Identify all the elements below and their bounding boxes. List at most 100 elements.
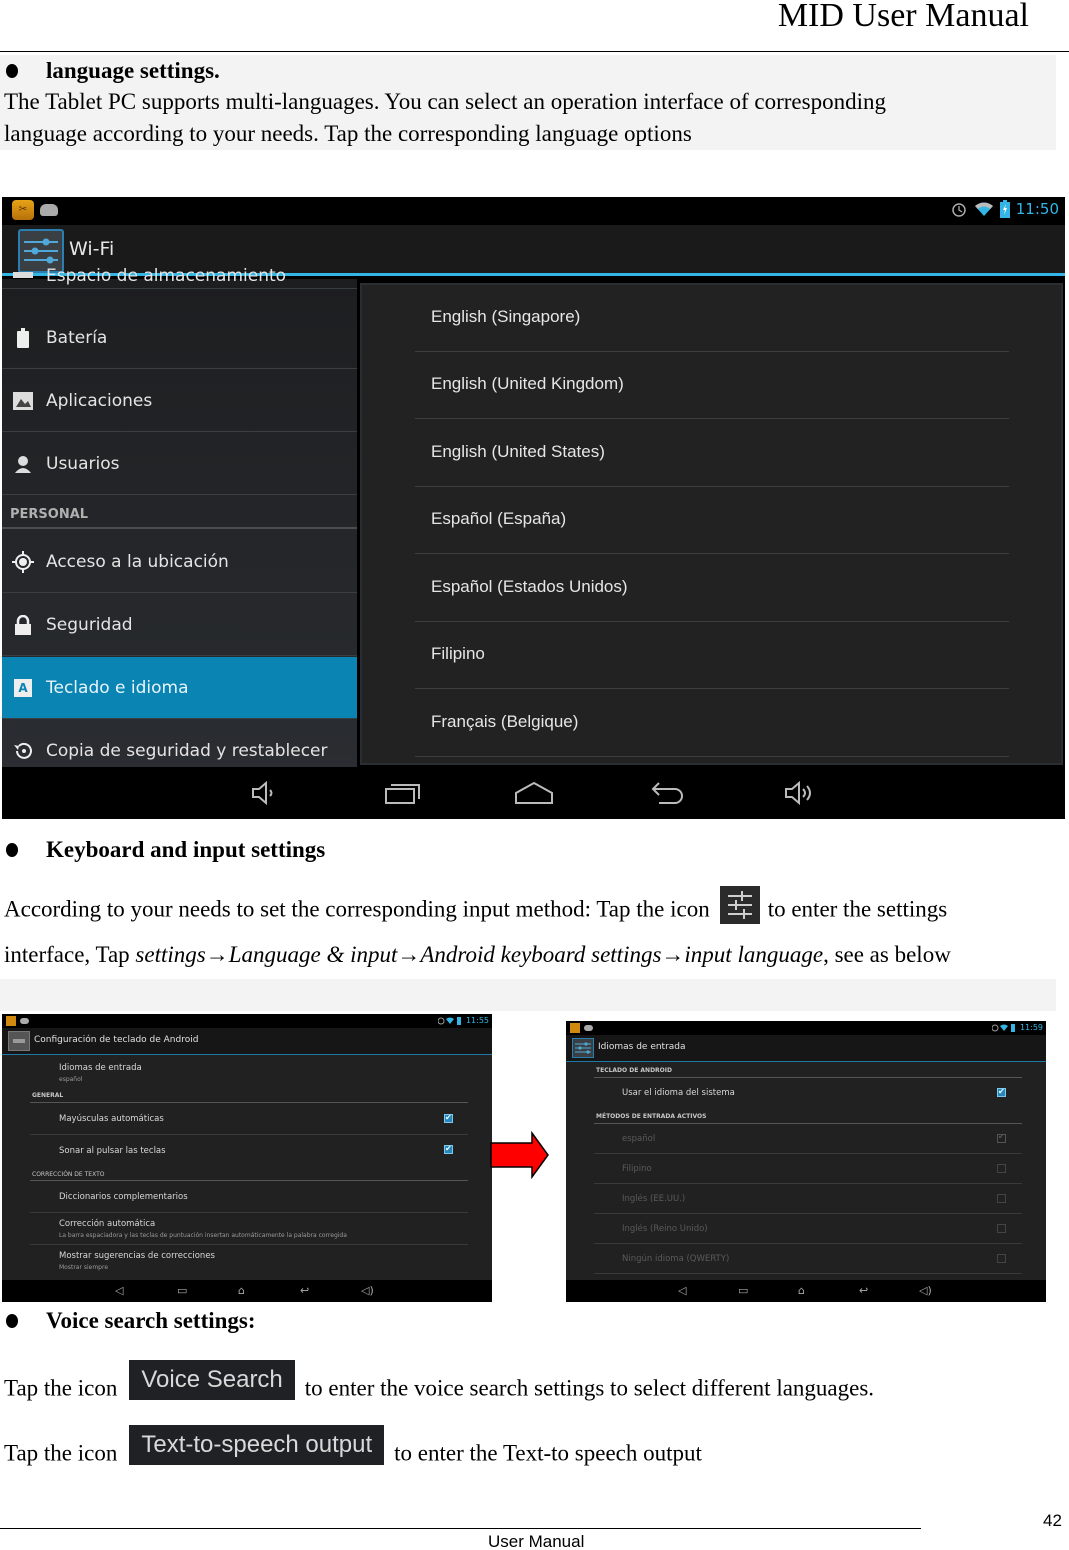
language-option-label: Español (España) [431, 509, 567, 528]
text-segment: to enter the settings [767, 896, 948, 922]
back-icon[interactable] [647, 779, 687, 807]
language-option-label: English (United Kingdom) [431, 374, 624, 393]
action-bar: Idiomas de entrada [566, 1035, 1046, 1062]
status-icons [992, 1024, 1015, 1032]
setting-label: Usar el idioma del sistema [622, 1088, 735, 1098]
setting-keypress-sound[interactable]: Sonar al pulsar las teclas [30, 1135, 468, 1167]
language-option[interactable]: Filipino [415, 622, 1009, 689]
app-notification-icon [570, 1023, 580, 1033]
setting-use-system-language[interactable]: Usar el idioma del sistema [594, 1078, 1022, 1108]
volume-down-icon[interactable]: ◁ [115, 1284, 123, 1297]
volume-down-icon[interactable] [245, 779, 285, 807]
setting-add-on-dictionaries[interactable]: Diccionarios complementarios [30, 1181, 468, 1213]
setting-input-languages[interactable]: Idiomas de entrada español [2, 1056, 492, 1088]
keyboard-icon[interactable] [8, 1031, 30, 1051]
recent-apps-icon[interactable]: ▭ [738, 1284, 748, 1297]
language-option[interactable]: Español (Estados Unidos) [415, 555, 1009, 622]
settings-app-icon[interactable] [572, 1038, 594, 1058]
action-bar: Configuración de teclado de Android [2, 1028, 492, 1055]
input-method-item[interactable]: Inglés (Reino Unido) [594, 1214, 1022, 1244]
checkbox-unchecked-icon[interactable] [997, 1224, 1006, 1233]
footer-rule [0, 1528, 921, 1529]
input-method-item[interactable]: Inglés (EE.UU.) [594, 1184, 1022, 1214]
setting-show-suggestions[interactable]: Mostrar sugerencias de correcciones Most… [30, 1245, 468, 1278]
storage-icon [12, 257, 34, 279]
user-icon [12, 453, 34, 475]
app-notification-icon: ✂ [12, 200, 34, 220]
input-method-item[interactable]: Ningún idioma (QWERTY) [594, 1244, 1022, 1274]
checkbox-checked-icon[interactable] [444, 1144, 453, 1154]
category-personal: PERSONAL [10, 507, 89, 522]
volume-down-icon[interactable]: ◁ [678, 1284, 686, 1297]
checkbox-checked-icon[interactable] [997, 1087, 1006, 1097]
input-method-label: Filipino [622, 1164, 652, 1174]
language-option[interactable]: English (United Kingdom) [415, 352, 1009, 419]
footer-label: User Manual [488, 1532, 585, 1550]
language-option-label: Español (Estados Unidos) [431, 577, 628, 596]
checkbox-unchecked-icon[interactable] [997, 1164, 1006, 1173]
input-method-item[interactable]: español ✔ [594, 1124, 1022, 1154]
home-icon[interactable] [514, 779, 554, 807]
recent-apps-icon[interactable] [383, 779, 423, 807]
android-notification-icon [584, 1025, 593, 1031]
bullet-icon [6, 64, 18, 78]
back-icon[interactable]: ↩ [859, 1284, 868, 1297]
input-method-item[interactable]: Filipino [594, 1154, 1022, 1184]
language-option-label: Filipino [431, 644, 485, 663]
checkbox-disabled-checked-icon: ✔ [997, 1132, 1006, 1143]
settings-item-storage[interactable]: Espacio de almacenamiento [2, 247, 357, 289]
category-active-input-methods: MÉTODOS DE ENTRADA ACTIVOS [596, 1113, 707, 1120]
settings-item-label: Seguridad [46, 614, 133, 635]
status-bar: ✂ 11:50 [2, 197, 1065, 225]
setting-summary: Mostrar siempre [59, 1264, 109, 1271]
setting-label: Corrección automática [59, 1219, 156, 1229]
keyboard-section-shading [0, 979, 1056, 1011]
settings-list: Espacio de almacenamiento Batería Aplica… [2, 266, 357, 767]
input-languages-screenshot: 11:59 Idiomas de entrada TECLADO DE ANDR… [566, 1021, 1046, 1302]
backup-restore-icon [12, 740, 34, 762]
path-arrow-icon: → [661, 942, 685, 967]
home-icon[interactable]: ⌂ [798, 1284, 805, 1297]
heading-text: Voice search settings: [46, 1308, 256, 1333]
settings-item-apps[interactable]: Aplicaciones [2, 370, 357, 432]
path-step: Android keyboard settings [420, 942, 662, 967]
language-option[interactable]: English (Singapore) [415, 285, 1009, 352]
category-text-correction: CORRECCIÓN DE TEXTO [32, 1171, 105, 1178]
navigation-bar: ◁ ▭ ⌂ ↩ ◁) [2, 1280, 492, 1302]
checkbox-unchecked-icon[interactable] [997, 1254, 1006, 1263]
status-time: 11:59 [1019, 1023, 1043, 1032]
checkbox-unchecked-icon[interactable] [997, 1194, 1006, 1203]
back-icon[interactable]: ↩ [300, 1284, 309, 1297]
volume-up-icon[interactable] [780, 779, 820, 807]
apps-icon [12, 390, 34, 412]
setting-auto-correction[interactable]: Corrección automática La barra espaciado… [30, 1213, 468, 1245]
settings-item-users[interactable]: Usuarios [2, 433, 357, 495]
volume-up-icon[interactable]: ◁) [919, 1284, 932, 1297]
language-option[interactable]: Français (Belgique) [415, 690, 1009, 757]
recent-apps-icon[interactable]: ▭ [177, 1284, 187, 1297]
language-option[interactable]: English (United States) [415, 420, 1009, 487]
input-method-label: Ningún idioma (QWERTY) [622, 1254, 730, 1264]
voice-body-line1: Tap the icon Voice Search to enter the voi… [4, 1360, 874, 1410]
path-arrow-icon: → [205, 942, 229, 967]
setting-summary: La barra espaciadora y las teclas de pun… [59, 1232, 347, 1239]
home-icon[interactable]: ⌂ [238, 1284, 245, 1297]
battery-charging-icon [999, 200, 1010, 218]
keyboard-body-line1: According to your needs to set the corre… [4, 886, 948, 930]
status-time: 11:50 [1015, 200, 1059, 218]
setting-label: Idiomas de entrada [59, 1063, 142, 1073]
bullet-icon [6, 1314, 18, 1328]
settings-item-location[interactable]: Acceso a la ubicación [2, 531, 357, 593]
settings-item-security[interactable]: Seguridad [2, 594, 357, 656]
location-icon [12, 550, 34, 573]
language-option[interactable]: Español (España) [415, 487, 1009, 554]
settings-item-label: Teclado e idioma [46, 677, 189, 698]
checkbox-checked-icon[interactable] [444, 1113, 453, 1123]
status-bar: 11:59 [566, 1021, 1046, 1035]
page-header-title: MID User Manual [777, 0, 1029, 34]
volume-up-icon[interactable]: ◁) [361, 1284, 374, 1297]
setting-label: Mayúsculas automáticas [59, 1114, 164, 1124]
setting-auto-caps[interactable]: Mayúsculas automáticas [30, 1103, 468, 1135]
settings-item-keyboard-language[interactable]: A Teclado e idioma [2, 657, 357, 719]
settings-item-battery[interactable]: Batería [2, 307, 357, 369]
